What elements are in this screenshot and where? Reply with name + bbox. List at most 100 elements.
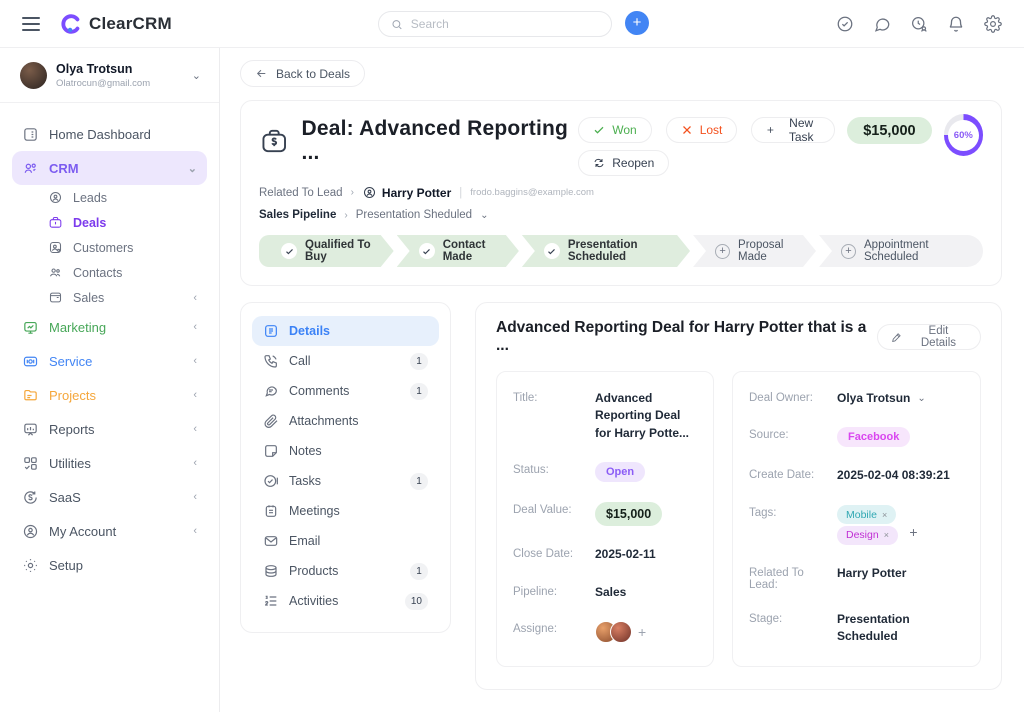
reopen-button[interactable]: Reopen [578, 150, 669, 176]
pipeline-stages-bar: Qualified To Buy Contact Made Presentati… [259, 235, 983, 267]
sidebar-item-label: Contacts [73, 266, 122, 280]
related-lead-row: Related To Lead › Harry Potter | frodo.b… [259, 185, 983, 200]
sidebar-item-crm[interactable]: CRM ⌄ [12, 151, 207, 185]
sidebar-item-deals[interactable]: Deals [38, 210, 207, 235]
search-icon [391, 18, 403, 31]
marketing-icon [22, 319, 39, 336]
sidebar-item-contacts[interactable]: Contacts [38, 260, 207, 285]
search-bar[interactable] [378, 11, 612, 37]
assignee-avatar[interactable] [610, 621, 632, 643]
stage-label: Presentation Scheduled [568, 239, 672, 263]
tasks-check-icon[interactable] [836, 15, 854, 33]
deal-briefcase-icon [259, 125, 289, 157]
stage-proposal-made[interactable]: + Proposal Made [693, 235, 816, 267]
tab-count-badge: 10 [405, 593, 428, 610]
lead-chip[interactable]: Harry Potter [362, 185, 451, 200]
sidebar-item-marketing[interactable]: Marketing ‹ [12, 310, 207, 344]
chevron-left-icon: ‹ [193, 389, 197, 401]
details-right-card: Deal Owner: Olya Trotsun ⌄ Source: Faceb… [732, 371, 981, 667]
sidebar-item-my-account[interactable]: My Account ‹ [12, 514, 207, 548]
sidebar-item-label: Leads [73, 191, 107, 205]
sidebar-item-customers[interactable]: Customers [38, 235, 207, 260]
hamburger-menu-icon[interactable] [22, 17, 40, 31]
sidebar-item-setup[interactable]: Setup [12, 548, 207, 582]
field-label: Deal Owner: [749, 390, 837, 404]
stage-qualified-to-buy[interactable]: Qualified To Buy [259, 235, 394, 267]
tab-label: Notes [289, 444, 322, 458]
back-to-deals-button[interactable]: Back to Deals [240, 60, 365, 87]
field-label: Stage: [749, 611, 837, 625]
sidebar-item-utilities[interactable]: Utilities ‹ [12, 446, 207, 480]
remove-tag-icon[interactable]: × [882, 510, 887, 520]
new-task-button[interactable]: New Task [751, 117, 835, 143]
tab-tasks[interactable]: Tasks 1 [252, 466, 439, 496]
tab-products[interactable]: Products 1 [252, 556, 439, 586]
sidebar-item-leads[interactable]: Leads [38, 185, 207, 210]
tag-mobile[interactable]: Mobile × [837, 505, 896, 524]
notifications-bell-icon[interactable] [947, 15, 965, 33]
tab-notes[interactable]: Notes [252, 436, 439, 466]
remove-tag-icon[interactable]: × [884, 530, 889, 540]
tab-comments[interactable]: Comments 1 [252, 376, 439, 406]
messages-icon[interactable] [873, 15, 891, 33]
stage-plus-icon: + [841, 244, 856, 259]
stage-check-icon [281, 243, 297, 259]
tab-meetings[interactable]: Meetings [252, 496, 439, 526]
details-icon [263, 323, 279, 339]
edit-details-button[interactable]: Edit Details [877, 324, 981, 350]
tag-design[interactable]: Design × [837, 526, 898, 545]
chevron-left-icon: ‹ [193, 292, 197, 304]
phone-icon [263, 353, 279, 369]
sidebar-item-projects[interactable]: Projects ‹ [12, 378, 207, 412]
stage-appointment-scheduled[interactable]: + Appointment Scheduled [819, 235, 983, 267]
sidebar-item-saas[interactable]: SaaS ‹ [12, 480, 207, 514]
tab-call[interactable]: Call 1 [252, 346, 439, 376]
sales-icon [48, 290, 63, 305]
user-email: Olatrocun@gmail.com [56, 78, 150, 89]
deal-owner-value[interactable]: Olya Trotsun [837, 390, 910, 407]
new-task-label: New Task [782, 116, 820, 144]
source-badge: Facebook [837, 427, 910, 447]
activities-icon [263, 593, 279, 609]
deal-progress-value: 60% [948, 120, 979, 151]
settings-gear-icon[interactable] [984, 15, 1002, 33]
reopen-label: Reopen [612, 156, 654, 170]
tab-label: Activities [289, 594, 338, 608]
tab-details[interactable]: Details [252, 316, 439, 346]
chevron-left-icon: ‹ [193, 491, 197, 503]
won-button[interactable]: Won [578, 117, 651, 143]
tab-attachments[interactable]: Attachments [252, 406, 439, 436]
sidebar-item-reports[interactable]: Reports ‹ [12, 412, 207, 446]
user-name: Olya Trotsun [56, 62, 150, 76]
header-icons [836, 15, 1002, 33]
field-title: Title: Advanced Reporting Deal for Harry… [513, 390, 697, 442]
stage-presentation-scheduled[interactable]: Presentation Scheduled [522, 235, 690, 267]
quick-add-button[interactable]: + [625, 11, 649, 35]
search-input[interactable] [411, 17, 599, 31]
deal-tabs-card: Details Call 1 Comments 1 Attachments [240, 302, 451, 633]
sidebar-item-home-dashboard[interactable]: Home Dashboard [12, 117, 207, 151]
back-button-label: Back to Deals [276, 67, 350, 81]
lost-button[interactable]: Lost [666, 117, 738, 143]
related-lead-value[interactable]: Harry Potter [837, 565, 906, 582]
chevron-down-icon: ⌄ [480, 210, 488, 221]
utilities-icon [22, 455, 39, 472]
tab-label: Email [289, 534, 320, 548]
pipeline-stage-select[interactable]: Presentation Sheduled [356, 209, 472, 221]
add-assignee-button[interactable]: + [638, 624, 646, 640]
stage-label: Appointment Scheduled [864, 239, 961, 263]
sidebar-item-service[interactable]: Service ‹ [12, 344, 207, 378]
sidebar-item-sales[interactable]: Sales ‹ [38, 285, 207, 310]
deal-title: Deal: Advanced Reporting ... [301, 117, 578, 165]
tab-count-badge: 1 [410, 353, 428, 370]
pipeline-row: Sales Pipeline › Presentation Sheduled ⌄ [259, 209, 983, 221]
tab-activities[interactable]: Activities 10 [252, 586, 439, 616]
reports-icon [22, 421, 39, 438]
chevron-down-icon: ⌄ [192, 69, 201, 82]
tab-email[interactable]: Email [252, 526, 439, 556]
user-profile[interactable]: Olya Trotsun Olatrocun@gmail.com ⌄ [0, 48, 219, 103]
add-tag-button[interactable]: + [909, 524, 917, 540]
stage-contact-made[interactable]: Contact Made [397, 235, 519, 267]
app: ClearCRM + Olya Trotsun Olatrocun@gmail.… [0, 0, 1024, 712]
time-tracking-icon[interactable] [910, 15, 928, 33]
